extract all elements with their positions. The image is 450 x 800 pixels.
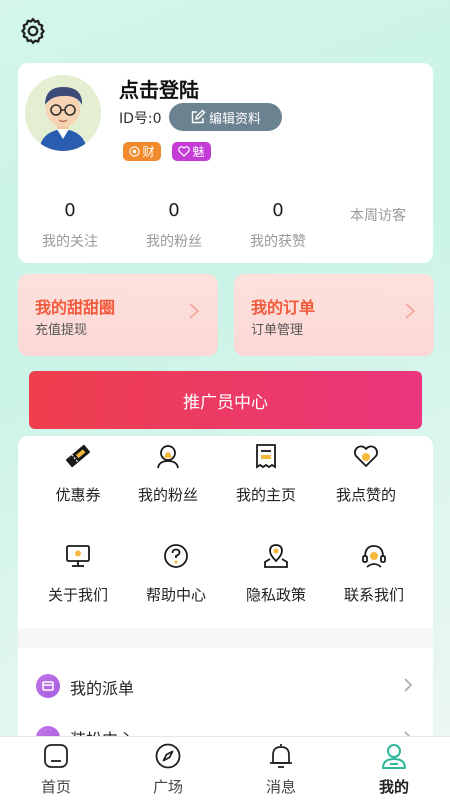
donut-wallet-card[interactable]: 我的甜甜圈 充值提现 — [18, 274, 218, 356]
bottom-tab-bar: 首页 广场 消息 我的 — [0, 736, 450, 800]
grid-item-label: 关于我们 — [47, 586, 108, 604]
grid-item-help[interactable]: 帮助中心 — [126, 542, 226, 605]
compass-icon — [155, 743, 181, 769]
section-divider — [18, 628, 433, 648]
list-item-label: 装扮中心 — [70, 726, 134, 736]
dressup-icon — [36, 726, 60, 736]
user-id: ID号:0 — [119, 111, 162, 127]
home-icon — [44, 744, 68, 768]
tab-home[interactable]: 首页 — [0, 741, 112, 797]
charm-badge-label: 魅 — [192, 145, 205, 159]
tab-label: 广场 — [152, 778, 183, 796]
stat-label: 我的获赞 — [250, 234, 306, 250]
tab-messages[interactable]: 消息 — [225, 741, 337, 797]
dispatch-icon — [36, 674, 60, 698]
user-icon — [157, 445, 179, 469]
tab-label: 我的 — [378, 778, 409, 796]
list-item-dressup[interactable]: 装扮中心 — [18, 714, 433, 736]
grid-item-label: 隐私政策 — [245, 586, 306, 604]
grid-item-coupons[interactable]: 优惠券 — [28, 442, 128, 505]
grid-item-homepage[interactable]: 我的主页 — [216, 442, 316, 505]
username[interactable]: 点击登陆 — [119, 74, 199, 103]
orders-card[interactable]: 我的订单 订单管理 — [234, 274, 434, 356]
stat-label: 我的关注 — [42, 234, 98, 250]
edit-profile-label: 编辑资料 — [208, 111, 261, 127]
list-item-dispatch[interactable]: 我的派单 — [18, 658, 433, 714]
heart-icon — [354, 445, 378, 467]
chevron-right-icon — [405, 303, 416, 319]
wealth-badge: 财 — [123, 142, 161, 161]
grid-item-contact[interactable]: 联系我们 — [324, 542, 424, 605]
grid-item-privacy[interactable]: 隐私政策 — [226, 542, 326, 605]
grid-item-label: 帮助中心 — [145, 586, 206, 604]
tab-mine[interactable]: 我的 — [338, 741, 450, 797]
stat-value: 0 — [168, 200, 180, 221]
card-subtitle: 订单管理 — [251, 323, 304, 338]
card-title: 我的订单 — [251, 298, 316, 317]
promoter-center-button[interactable]: 推广员中心 — [29, 371, 422, 429]
tab-label: 首页 — [40, 778, 71, 796]
grid-item-label: 我点赞的 — [335, 486, 396, 504]
stat-value: 0 — [272, 200, 284, 221]
location-icon — [264, 544, 288, 568]
grid-item-liked[interactable]: 我点赞的 — [316, 442, 416, 505]
list-item-label: 我的派单 — [70, 679, 135, 698]
heart-outline-icon — [178, 146, 191, 157]
grid-item-label: 我的主页 — [235, 486, 296, 504]
grid-item-label: 联系我们 — [343, 586, 404, 604]
grid-item-fans[interactable]: 我的粉丝 — [118, 442, 218, 505]
chevron-right-icon — [189, 303, 200, 319]
monitor-icon — [66, 545, 90, 567]
charm-badge: 魅 — [172, 142, 211, 161]
stat-label: 我的粉丝 — [146, 234, 202, 250]
card-subtitle: 充值提现 — [35, 323, 88, 338]
edit-profile-button[interactable]: 编辑资料 — [169, 103, 282, 131]
stat-fans[interactable]: 0 我的粉丝 — [124, 200, 224, 251]
ticket-icon — [66, 444, 90, 468]
grid-item-about[interactable]: 关于我们 — [28, 542, 128, 605]
weekly-visitors[interactable]: 本周访客 — [350, 205, 406, 225]
edit-icon — [191, 109, 206, 124]
help-icon — [164, 544, 188, 568]
chevron-right-icon — [404, 678, 413, 692]
stat-likes[interactable]: 0 我的获赞 — [228, 200, 328, 251]
gear-icon[interactable] — [18, 16, 48, 46]
card-title: 我的甜甜圈 — [35, 298, 116, 317]
coin-icon — [129, 146, 141, 157]
tab-label: 消息 — [265, 778, 296, 796]
stat-value: 0 — [64, 200, 76, 221]
person-icon — [382, 744, 406, 769]
wealth-badge-label: 财 — [142, 145, 155, 159]
stat-following[interactable]: 0 我的关注 — [20, 200, 120, 251]
grid-item-label: 我的粉丝 — [137, 486, 198, 504]
avatar[interactable] — [25, 75, 101, 151]
receipt-icon — [256, 444, 276, 469]
headset-icon — [362, 545, 386, 568]
grid-item-label: 优惠券 — [55, 486, 101, 504]
bell-icon — [270, 744, 292, 768]
tab-plaza[interactable]: 广场 — [112, 741, 224, 797]
